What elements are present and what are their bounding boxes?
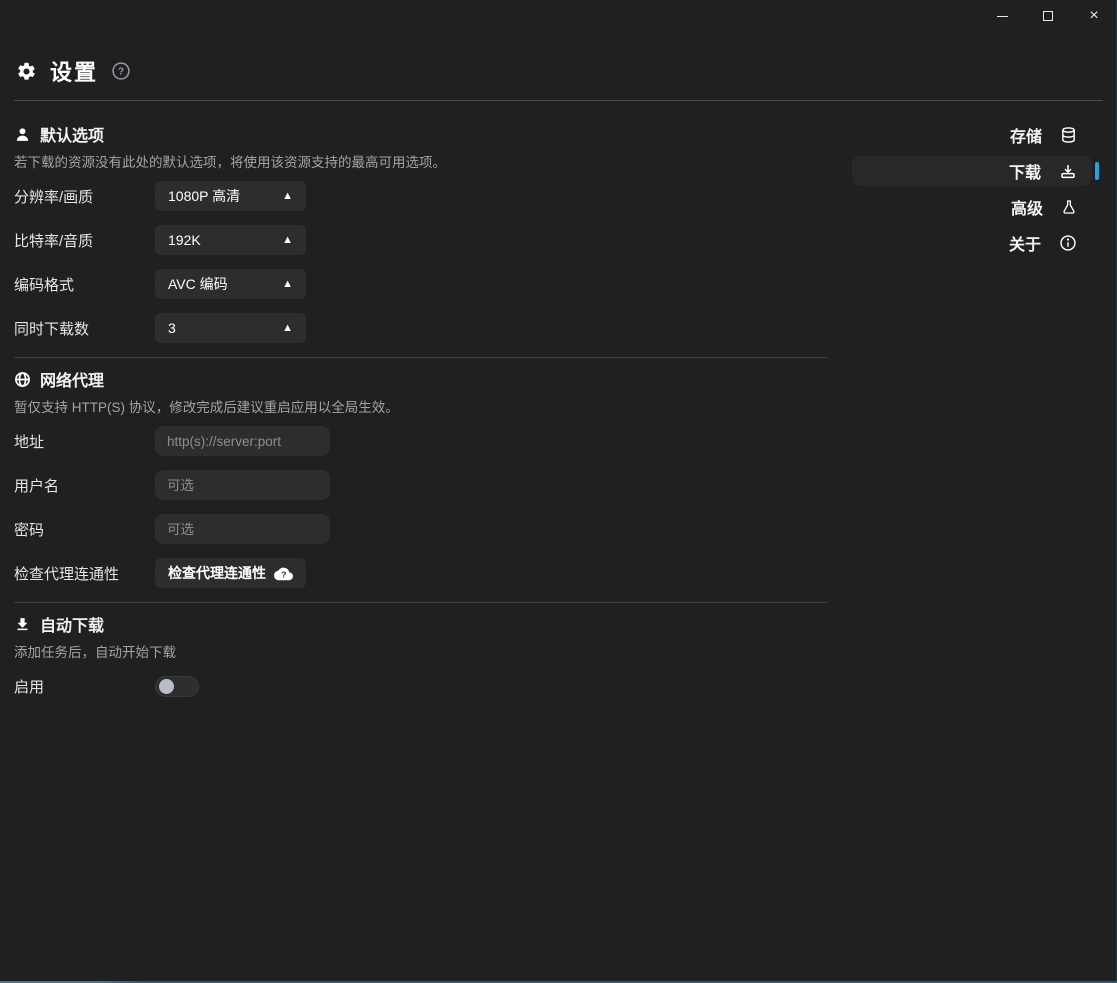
close-icon: × [1089, 8, 1098, 24]
proxy-rows: 地址 用户名 密码 检查代理连通性 检查代理连通性 ? [14, 426, 827, 588]
row-proxy-password: 密码 [14, 514, 827, 544]
row-proxy-address: 地址 [14, 426, 827, 456]
section-subtitle: 若下载的资源没有此处的默认选项，将使用该资源支持的最高可用选项。 [14, 151, 827, 169]
section-title: 默认选项 [40, 122, 104, 146]
row-label: 编码格式 [14, 274, 155, 295]
nav-item-download[interactable]: 下载 [852, 156, 1092, 186]
dropdown-value: 192K [168, 232, 201, 248]
settings-content: 默认选项 若下载的资源没有此处的默认选项，将使用该资源支持的最高可用选项。 分辨… [14, 113, 827, 715]
bitrate-dropdown[interactable]: 192K ▲ [155, 225, 306, 255]
section-divider [14, 602, 827, 603]
database-icon [1060, 126, 1077, 144]
nav-item-label: 关于 [1009, 231, 1041, 255]
minimize-icon [997, 16, 1008, 17]
nav-item-about[interactable]: 关于 [852, 228, 1092, 258]
row-resolution: 分辨率/画质 1080P 高清 ▲ [14, 181, 827, 211]
proxy-address-input[interactable] [155, 426, 330, 456]
section-subtitle: 暂仅支持 HTTP(S) 协议，修改完成后建议重启应用以全局生效。 [14, 396, 827, 414]
section-proxy-header: 网络代理 [14, 368, 827, 390]
proxy-username-input[interactable] [155, 470, 330, 500]
row-enable-auto-download: 启用 [14, 671, 827, 701]
globe-icon [14, 371, 31, 388]
download-tray-icon [1059, 162, 1077, 180]
dropdown-arrow-icon: ▲ [282, 191, 293, 202]
row-codec: 编码格式 AVC 编码 ▲ [14, 269, 827, 299]
cloud-question-icon: ? [274, 566, 293, 581]
row-label: 检查代理连通性 [14, 563, 155, 584]
dropdown-arrow-icon: ▲ [282, 323, 293, 334]
nav-item-label: 下载 [1009, 159, 1041, 183]
row-bitrate: 比特率/音质 192K ▲ [14, 225, 827, 255]
row-concurrent-downloads: 同时下载数 3 ▲ [14, 313, 827, 343]
page-header: 设置 ? [16, 55, 131, 87]
maximize-button[interactable] [1025, 0, 1071, 32]
concurrent-downloads-dropdown[interactable]: 3 ▲ [155, 313, 306, 343]
user-icon [14, 126, 31, 143]
flask-icon [1061, 198, 1077, 216]
row-label: 用户名 [14, 475, 155, 496]
dropdown-arrow-icon: ▲ [282, 235, 293, 246]
svg-text:?: ? [281, 569, 286, 579]
nav-item-storage[interactable]: 存储 [852, 120, 1092, 150]
active-nav-indicator [1095, 162, 1099, 180]
row-label: 地址 [14, 431, 155, 452]
header-divider [14, 100, 1103, 101]
row-proxy-username: 用户名 [14, 470, 827, 500]
section-subtitle: 添加任务后，自动开始下载 [14, 641, 827, 659]
row-proxy-check: 检查代理连通性 检查代理连通性 ? [14, 558, 827, 588]
close-button[interactable]: × [1071, 0, 1117, 32]
dropdown-arrow-icon: ▲ [282, 279, 293, 290]
resolution-dropdown[interactable]: 1080P 高清 ▲ [155, 181, 306, 211]
help-circle-icon[interactable]: ? [111, 61, 131, 81]
section-title: 网络代理 [40, 367, 104, 391]
auto-download-toggle[interactable] [155, 676, 199, 697]
row-label: 分辨率/画质 [14, 186, 155, 207]
svg-text:?: ? [118, 67, 124, 78]
check-proxy-button-label: 检查代理连通性 [168, 563, 266, 583]
check-proxy-button[interactable]: 检查代理连通性 ? [155, 558, 306, 588]
row-label: 比特率/音质 [14, 230, 155, 251]
maximize-icon [1043, 11, 1053, 21]
section-defaults-header: 默认选项 [14, 123, 827, 145]
section-title: 自动下载 [40, 612, 104, 636]
nav-item-label: 高级 [1011, 195, 1043, 219]
minimize-button[interactable] [979, 0, 1025, 32]
gear-icon [16, 61, 37, 82]
row-label: 启用 [14, 676, 155, 697]
dropdown-value: 3 [168, 320, 176, 336]
titlebar: × [0, 0, 1117, 32]
download-icon [14, 616, 31, 633]
settings-nav: 存储 下载 高级 关于 [852, 120, 1092, 264]
dropdown-value: AVC 编码 [168, 274, 228, 294]
page-title: 设置 [50, 55, 98, 87]
info-circle-icon [1059, 234, 1077, 252]
nav-item-label: 存储 [1010, 123, 1042, 147]
section-divider [14, 357, 827, 358]
dropdown-value: 1080P 高清 [168, 186, 240, 206]
row-label: 同时下载数 [14, 318, 155, 339]
row-label: 密码 [14, 519, 155, 540]
codec-dropdown[interactable]: AVC 编码 ▲ [155, 269, 306, 299]
section-auto-download-header: 自动下载 [14, 613, 827, 635]
proxy-password-input[interactable] [155, 514, 330, 544]
defaults-rows: 分辨率/画质 1080P 高清 ▲ 比特率/音质 192K ▲ 编码格式 AVC… [14, 181, 827, 343]
auto-download-rows: 启用 [14, 671, 827, 701]
nav-item-advanced[interactable]: 高级 [852, 192, 1092, 222]
toggle-knob [159, 679, 174, 694]
